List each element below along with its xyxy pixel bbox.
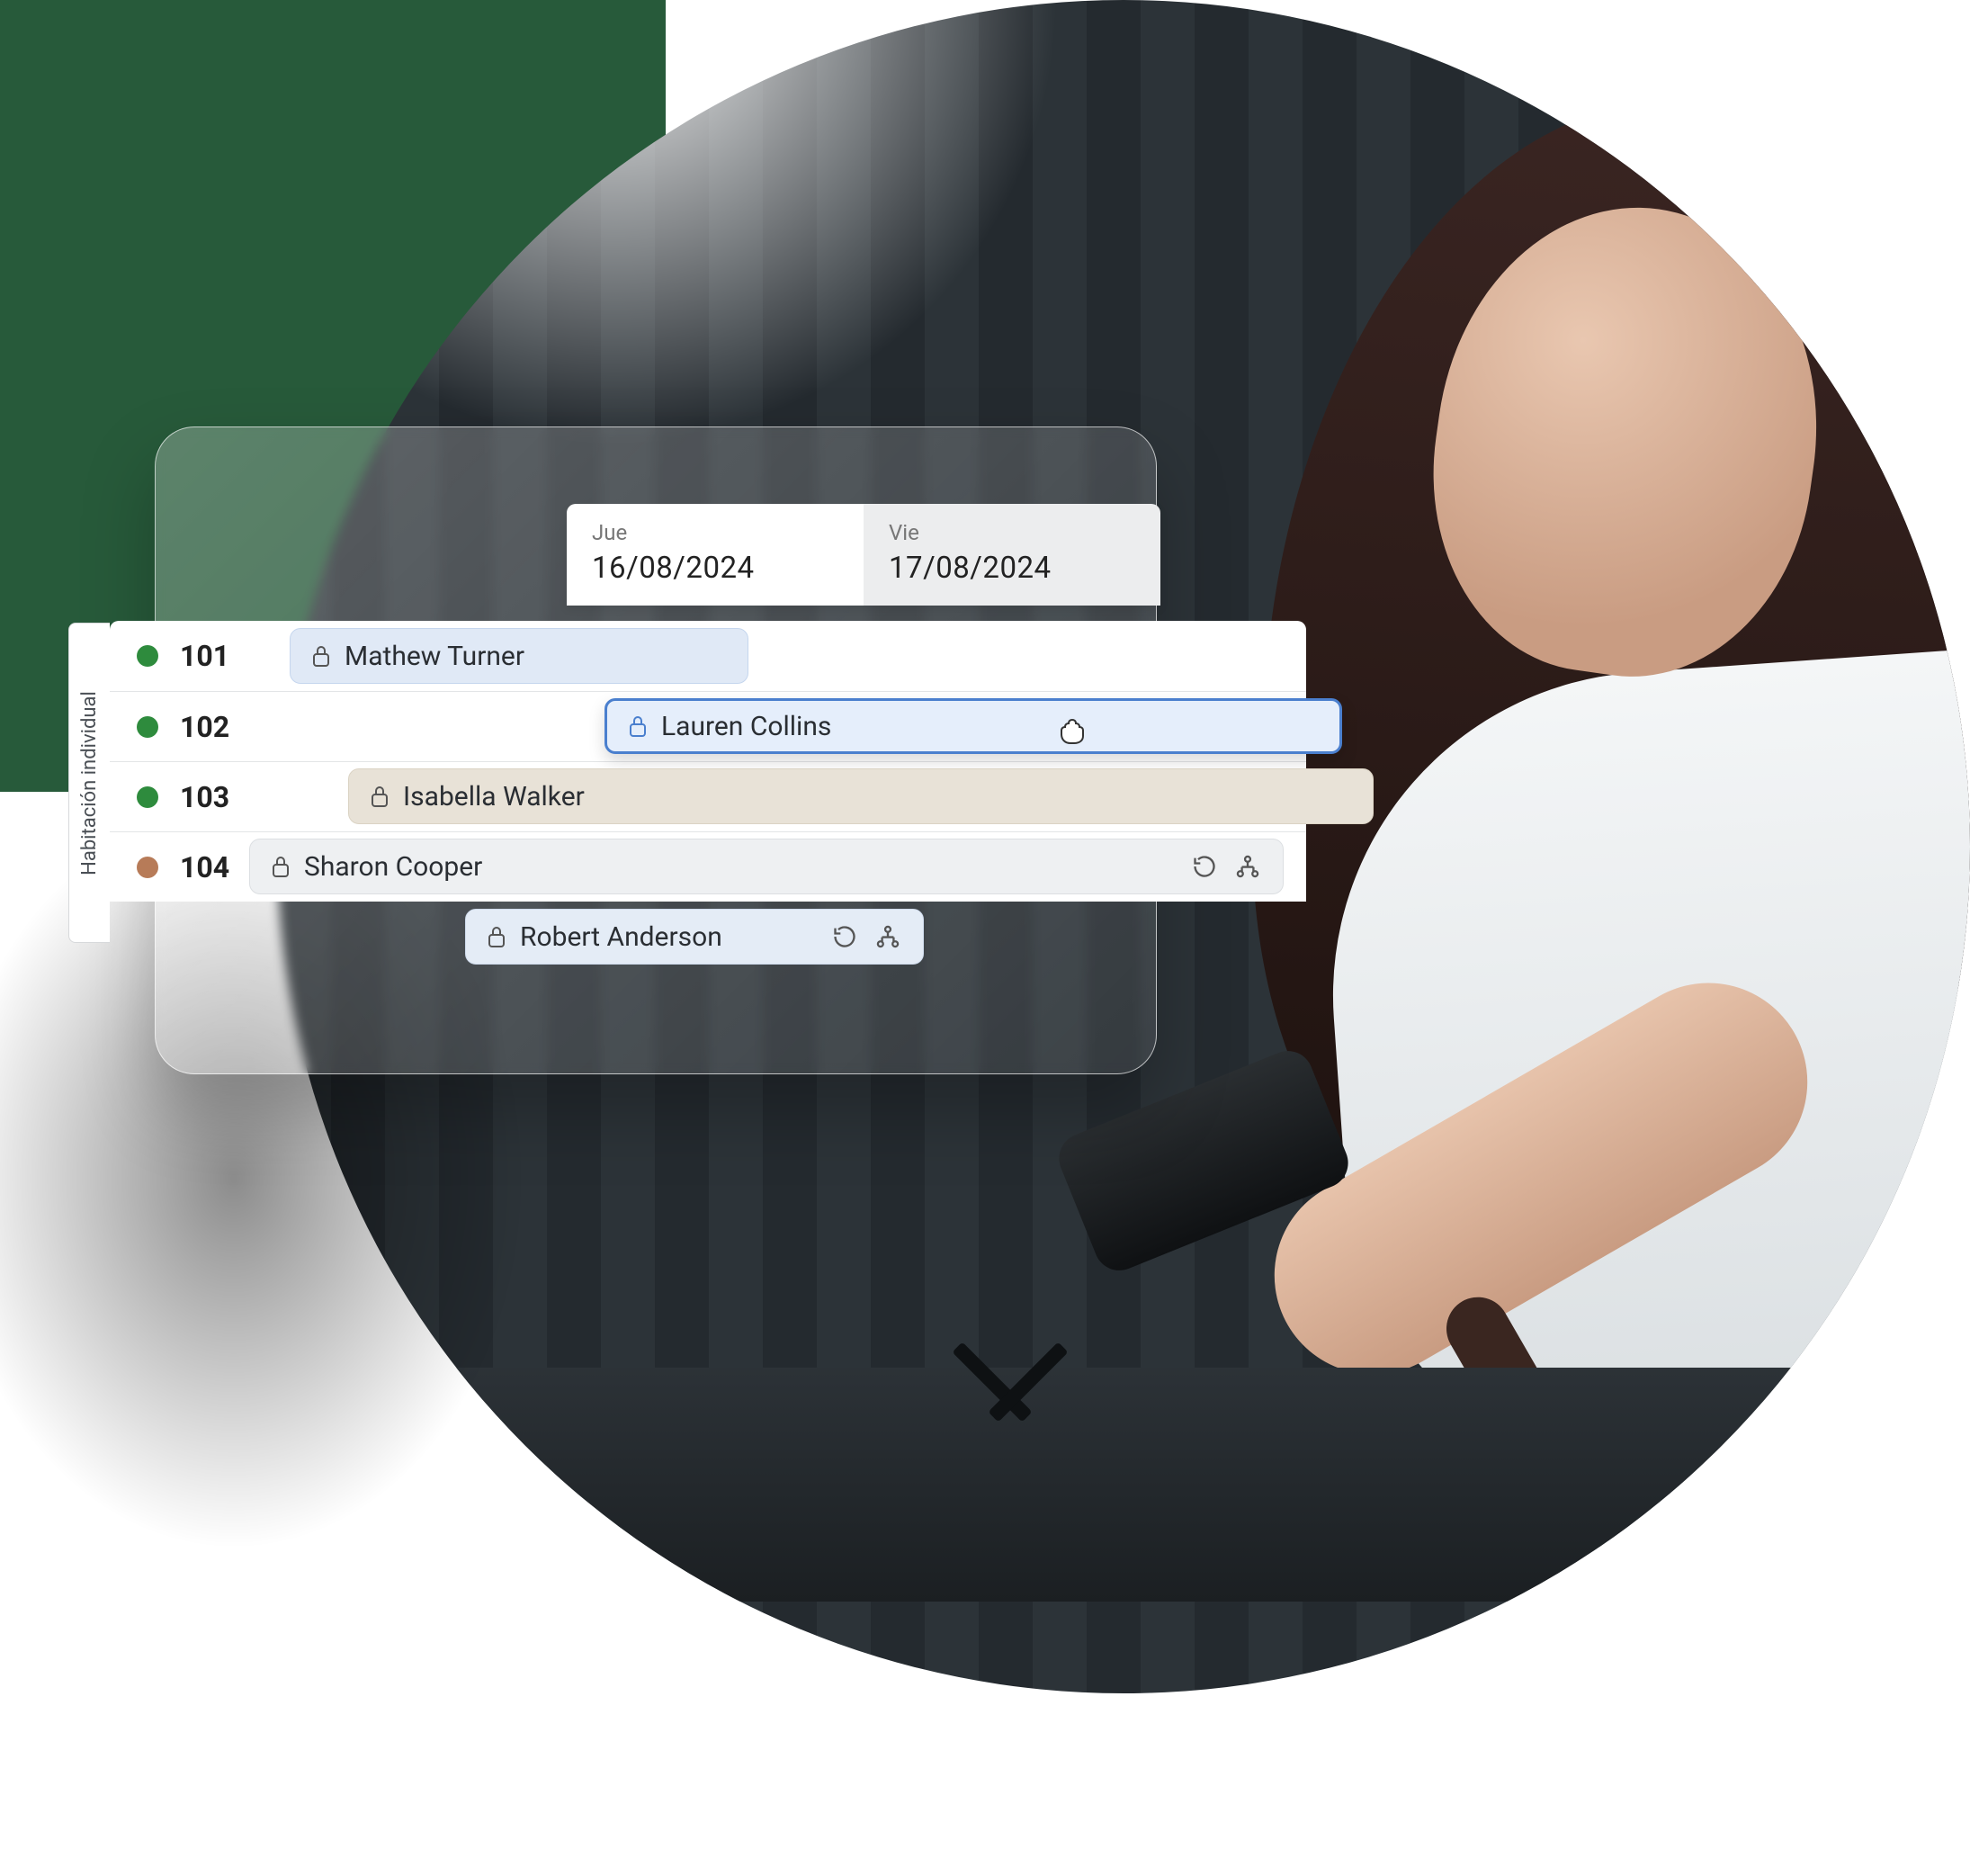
date-value-1: 17/08/2024 [889,551,1135,586]
date-column-fri[interactable]: Vie 17/08/2024 [864,504,1160,606]
room-number: 104 [180,850,229,884]
booking-pill-lauren[interactable]: Lauren Collins [604,698,1342,754]
lock-icon [270,854,291,879]
status-dot-icon [137,786,158,808]
refresh-icon[interactable] [1189,851,1220,882]
lock-icon [486,924,507,949]
date-value-0: 16/08/2024 [592,551,838,586]
guest-name: Lauren Collins [661,711,831,742]
date-dayname-1: Vie [889,520,1135,545]
room-type-text: Habitación individual [78,691,101,875]
guest-name: Sharon Cooper [304,851,482,883]
room-number: 102 [180,710,229,744]
status-dot-icon [137,716,158,738]
booking-pill-isabella[interactable]: Isabella Walker [348,768,1374,824]
room-number: 103 [180,780,229,814]
room-rows: 101 102 103 104 [110,621,1306,902]
status-dot-icon [137,645,158,667]
guest-name: Isabella Walker [403,781,585,812]
guest-name: Mathew Turner [345,641,524,672]
sitemap-icon[interactable] [873,921,903,952]
status-dot-icon [137,857,158,878]
booking-pill-robert[interactable]: Robert Anderson [465,909,924,965]
lock-icon [627,714,649,739]
date-column-thu[interactable]: Jue 16/08/2024 [567,504,864,606]
guest-name: Robert Anderson [520,921,722,953]
refresh-icon[interactable] [829,921,860,952]
room-type-label: Habitación individual [68,623,110,943]
phone-stand [943,1330,1087,1429]
date-header: Jue 16/08/2024 Vie 17/08/2024 [567,504,1160,606]
room-number: 101 [180,639,229,673]
booking-pill-mathew[interactable]: Mathew Turner [290,628,748,684]
lock-icon [310,643,332,669]
table-surface [403,1368,1932,1602]
booking-pill-sharon[interactable]: Sharon Cooper [249,839,1284,894]
date-dayname-0: Jue [592,520,838,545]
sitemap-icon[interactable] [1232,851,1263,882]
lock-icon [369,784,390,809]
